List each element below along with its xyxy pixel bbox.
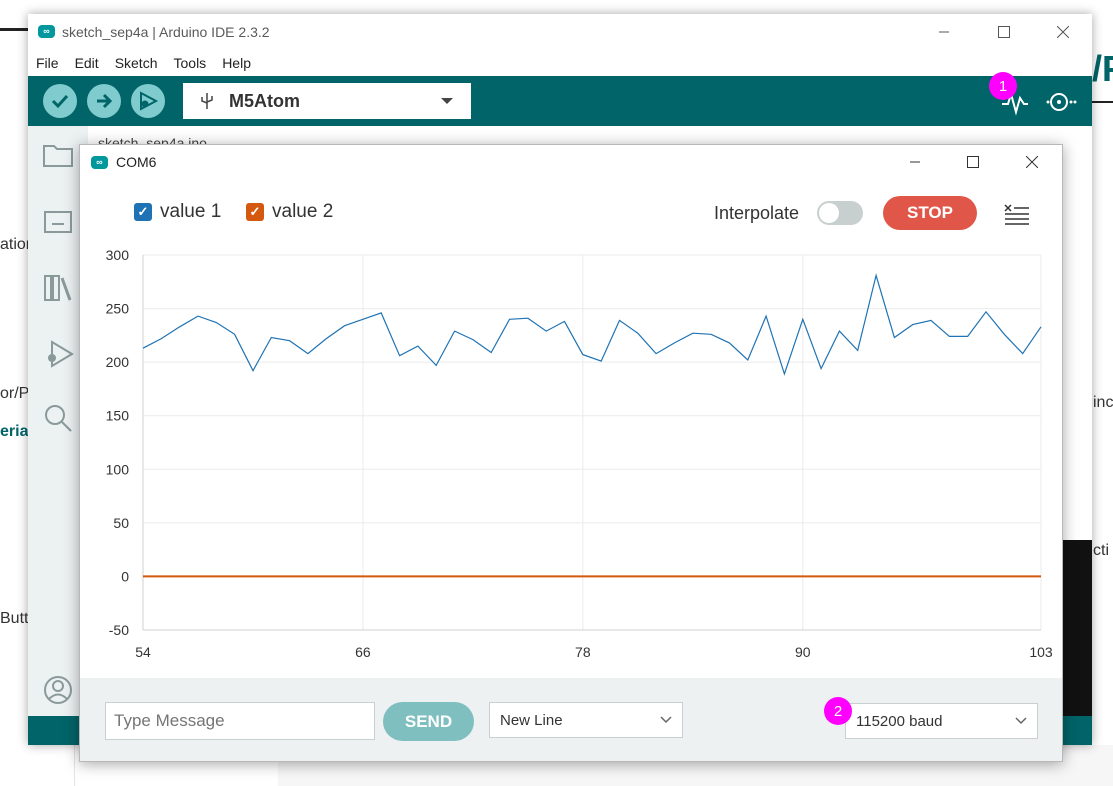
y-tick-label: 100	[106, 461, 130, 477]
ide-titlebar: ∞ sketch_sep4a | Arduino IDE 2.3.2	[28, 14, 1092, 50]
y-tick-label: 150	[106, 408, 130, 424]
plot-chart: 300 250 200 150 100 50 0 -50 54 66 78 90 103	[106, 247, 1053, 660]
arrow-right-icon	[97, 93, 113, 109]
annotation-badge-1: 1	[989, 72, 1017, 100]
y-tick-label: -50	[109, 622, 129, 638]
maximize-icon	[998, 26, 1010, 38]
menu-file[interactable]: File	[36, 55, 59, 71]
legend-item-value-1[interactable]: ✓ value 1	[134, 201, 221, 223]
interpolate-toggle[interactable]	[817, 201, 863, 225]
stop-button[interactable]: STOP	[883, 196, 977, 230]
toggle-knob	[819, 203, 839, 223]
plotter-window-title: COM6	[116, 154, 157, 170]
chevron-down-icon	[660, 716, 672, 724]
legend-checkbox-value-2[interactable]: ✓	[246, 203, 264, 221]
clear-plot-button[interactable]	[1003, 201, 1031, 225]
menu-tools[interactable]: Tools	[174, 55, 207, 71]
serial-monitor-icon	[1046, 93, 1077, 111]
arduino-logo-icon: ∞	[38, 25, 55, 38]
folder-icon	[43, 145, 73, 167]
send-button[interactable]: SEND	[383, 702, 474, 741]
baud-rate-value: 115200 baud	[856, 712, 943, 730]
arduino-logo-icon: ∞	[91, 155, 108, 169]
minimize-icon	[910, 161, 920, 163]
usb-icon	[201, 93, 213, 109]
search-icon	[45, 405, 72, 432]
ide-minimize-button[interactable]	[921, 16, 967, 48]
legend-label-value-1: value 1	[160, 201, 222, 222]
x-tick-label: 90	[795, 644, 811, 660]
board-name: M5Atom	[229, 90, 300, 111]
plotter-bottom-bar: SEND New Line 115200 baud 2	[80, 678, 1062, 761]
debug-button[interactable]	[131, 84, 165, 118]
ide-maximize-button[interactable]	[981, 16, 1027, 48]
maximize-icon	[967, 156, 979, 168]
y-tick-label: 200	[106, 354, 130, 370]
bg-text-3: eria	[0, 423, 29, 440]
menu-help[interactable]: Help	[222, 55, 251, 71]
plotter-titlebar: ∞ COM6	[80, 145, 1062, 179]
line-ending-value: New Line	[500, 711, 563, 729]
menu-edit[interactable]: Edit	[75, 55, 99, 71]
clear-list-icon	[1004, 204, 1029, 225]
menu-sketch[interactable]: Sketch	[115, 55, 158, 71]
y-tick-label: 50	[113, 515, 129, 531]
ide-menubar: File Edit Sketch Tools Help	[28, 50, 1100, 76]
x-tick-label: 66	[355, 644, 371, 660]
ide-toolbar: M5Atom	[28, 76, 1092, 126]
serial-plotter-window: ∞ COM6 ✓ value 1 ✓ value 2 Interpolate S…	[79, 144, 1063, 762]
close-icon	[1057, 26, 1069, 38]
bg-top-rule	[0, 28, 30, 31]
annotation-badge-2: 2	[824, 697, 852, 725]
upload-button[interactable]	[87, 84, 121, 118]
chevron-down-icon	[1015, 717, 1027, 725]
line-ending-select[interactable]: New Line	[489, 702, 683, 738]
y-tick-label: 0	[121, 568, 129, 584]
close-icon	[1026, 156, 1038, 168]
bg-text-7: cti	[1093, 542, 1109, 559]
y-tick-label: 250	[106, 301, 130, 317]
legend-item-value-2[interactable]: ✓ value 2	[246, 201, 333, 223]
bg-text-6: inc	[1093, 394, 1113, 411]
library-icon	[44, 275, 72, 301]
minimize-icon	[939, 31, 949, 33]
console-panel	[1060, 540, 1092, 716]
legend-label-value-2: value 2	[272, 201, 334, 222]
ide-close-button[interactable]	[1040, 16, 1086, 48]
board-selector[interactable]: M5Atom	[183, 83, 471, 119]
account-icon	[44, 676, 72, 704]
interpolate-label: Interpolate	[714, 203, 800, 223]
plotter-close-button[interactable]	[1009, 146, 1055, 178]
y-tick-label: 300	[106, 247, 130, 263]
baud-rate-select[interactable]: 115200 baud	[845, 703, 1038, 739]
serial-monitor-button[interactable]	[1044, 88, 1078, 116]
x-tick-label: 103	[1029, 644, 1053, 660]
series-line-value-1	[142, 273, 1042, 376]
x-tick-label: 54	[135, 644, 151, 660]
chevron-down-icon	[441, 98, 453, 104]
plotter-minimize-button[interactable]	[892, 146, 938, 178]
board-manager-icon	[44, 211, 72, 233]
x-tick-label: 78	[575, 644, 591, 660]
plotter-maximize-button[interactable]	[950, 146, 996, 178]
bg-rule-right	[1092, 101, 1113, 103]
verify-button[interactable]	[43, 84, 77, 118]
checkmark-icon	[51, 94, 69, 109]
legend-checkbox-value-1[interactable]: ✓	[134, 203, 152, 221]
ide-window-title: sketch_sep4a | Arduino IDE 2.3.2	[62, 24, 270, 40]
debug-icon	[140, 91, 159, 111]
message-input[interactable]	[105, 702, 375, 740]
debug-side-icon	[48, 340, 74, 368]
